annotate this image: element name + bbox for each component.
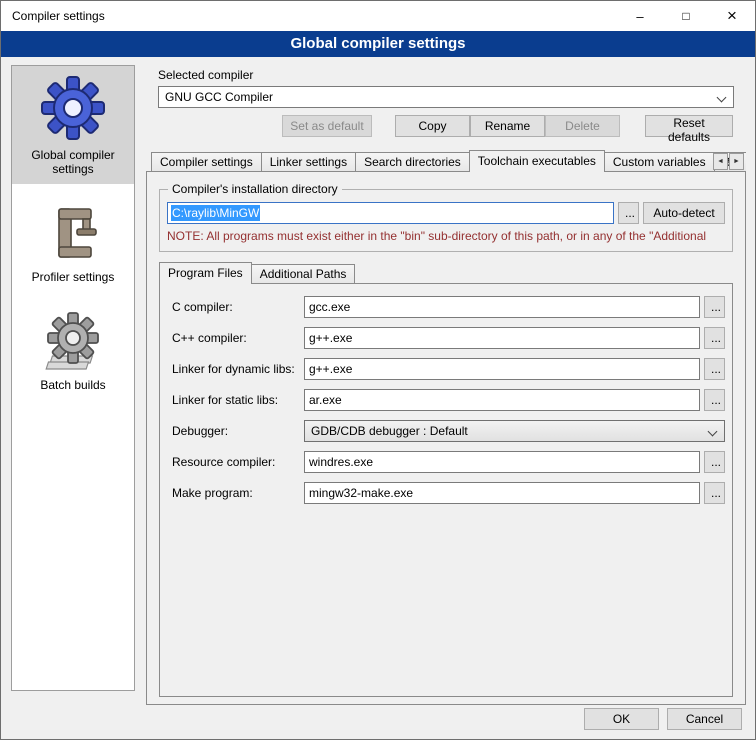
subtab-additional-paths[interactable]: Additional Paths [251, 264, 356, 284]
installation-note: NOTE: All programs must exist either in … [167, 229, 725, 243]
main-panel: Selected compiler GNU GCC Compiler Set a… [146, 65, 746, 705]
installation-directory-selected-text: C:\raylib\MinGW [171, 205, 260, 221]
selected-compiler-label: Selected compiler [158, 68, 746, 82]
rename-button[interactable]: Rename [470, 115, 545, 137]
gear-gray-icon [43, 312, 103, 372]
installation-directory-row: C:\raylib\MinGW ... Auto-detect [167, 202, 725, 224]
tab-toolchain-executables[interactable]: Toolchain executables [469, 150, 605, 172]
chevron-down-icon [717, 93, 727, 103]
installation-directory-group-title: Compiler's installation directory [168, 182, 342, 196]
linker-static-input[interactable] [304, 389, 700, 411]
sidebar-item-batch-builds[interactable]: Batch builds [12, 304, 134, 400]
installation-directory-group: Compiler's installation directory C:\ray… [159, 189, 733, 252]
toolchain-executables-panel: Compiler's installation directory C:\ray… [146, 171, 746, 705]
window-title: Compiler settings [1, 9, 105, 23]
tab-search-directories[interactable]: Search directories [355, 152, 470, 172]
resource-compiler-label: Resource compiler: [172, 455, 304, 469]
debugger-dropdown[interactable]: GDB/CDB debugger : Default [304, 420, 725, 442]
form-row-c-compiler: C compiler: ... [172, 296, 725, 318]
compiler-settings-window: Compiler settings – □ × Global compiler … [0, 0, 756, 740]
sidebar-item-label: Profiler settings [32, 270, 115, 284]
ok-button[interactable]: OK [584, 708, 659, 730]
linker-dynamic-input[interactable] [304, 358, 700, 380]
titlebar-buttons: – □ × [617, 1, 755, 31]
copy-button[interactable]: Copy [395, 115, 470, 137]
minimize-button[interactable]: – [617, 1, 663, 31]
linker-static-browse-button[interactable]: ... [704, 389, 725, 411]
gear-blue-icon [39, 74, 107, 142]
cpp-compiler-label: C++ compiler: [172, 331, 304, 345]
linker-static-label: Linker for static libs: [172, 393, 304, 407]
tab-scroll-right-icon[interactable]: ► [729, 153, 744, 170]
form-row-debugger: Debugger: GDB/CDB debugger : Default [172, 420, 725, 442]
program-files-tabbar: Program Files Additional Paths [159, 262, 733, 284]
maximize-button[interactable]: □ [663, 1, 709, 31]
make-program-label: Make program: [172, 486, 304, 500]
installation-directory-input[interactable]: C:\raylib\MinGW [167, 202, 614, 224]
c-compiler-input[interactable] [304, 296, 700, 318]
resource-compiler-input[interactable] [304, 451, 700, 473]
sidebar-item-global-compiler-settings[interactable]: Global compiler settings [12, 66, 134, 184]
cpp-compiler-browse-button[interactable]: ... [704, 327, 725, 349]
settings-tabbar: Compiler settings Linker settings Search… [146, 150, 746, 172]
cpp-compiler-input[interactable] [304, 327, 700, 349]
sidebar-item-profiler-settings[interactable]: Profiler settings [12, 196, 134, 292]
dialog-header-title: Global compiler settings [1, 31, 755, 57]
tab-scrollers: ◄ ► [713, 153, 744, 170]
linker-dynamic-label: Linker for dynamic libs: [172, 362, 304, 376]
browse-directory-button[interactable]: ... [618, 202, 639, 224]
form-row-resource-compiler: Resource compiler: ... [172, 451, 725, 473]
compiler-actions-row: Set as default Copy Rename Delete Reset … [158, 115, 746, 137]
c-compiler-label: C compiler: [172, 300, 304, 314]
sidebar-item-label: Global compiler settings [15, 148, 131, 176]
selected-compiler-value: GNU GCC Compiler [165, 90, 273, 104]
sidebar-item-label: Batch builds [40, 378, 105, 392]
form-row-linker-static: Linker for static libs: ... [172, 389, 725, 411]
close-button[interactable]: × [709, 1, 755, 31]
clamp-icon [43, 204, 103, 264]
selected-compiler-dropdown[interactable]: GNU GCC Compiler [158, 86, 734, 108]
settings-category-sidebar: Global compiler settings Profiler settin… [11, 65, 135, 691]
form-row-cpp-compiler: C++ compiler: ... [172, 327, 725, 349]
form-row-make-program: Make program: ... [172, 482, 725, 504]
reset-defaults-button[interactable]: Reset defaults [645, 115, 733, 137]
tab-linker-settings[interactable]: Linker settings [261, 152, 356, 172]
delete-button[interactable]: Delete [545, 115, 620, 137]
tab-custom-variables[interactable]: Custom variables [604, 152, 715, 172]
auto-detect-button[interactable]: Auto-detect [643, 202, 725, 224]
make-program-input[interactable] [304, 482, 700, 504]
program-files-panel: C compiler: ... C++ compiler: ... Linker… [159, 283, 733, 697]
c-compiler-browse-button[interactable]: ... [704, 296, 725, 318]
make-program-browse-button[interactable]: ... [704, 482, 725, 504]
tab-compiler-settings[interactable]: Compiler settings [151, 152, 262, 172]
debugger-value: GDB/CDB debugger : Default [311, 424, 468, 438]
subtab-program-files[interactable]: Program Files [159, 262, 252, 284]
chevron-down-icon [708, 427, 718, 437]
resource-compiler-browse-button[interactable]: ... [704, 451, 725, 473]
set-as-default-button[interactable]: Set as default [282, 115, 372, 137]
cancel-button[interactable]: Cancel [667, 708, 742, 730]
titlebar: Compiler settings – □ × [1, 1, 755, 31]
tab-scroll-left-icon[interactable]: ◄ [713, 153, 728, 170]
debugger-label: Debugger: [172, 424, 304, 438]
linker-dynamic-browse-button[interactable]: ... [704, 358, 725, 380]
form-row-linker-dynamic: Linker for dynamic libs: ... [172, 358, 725, 380]
